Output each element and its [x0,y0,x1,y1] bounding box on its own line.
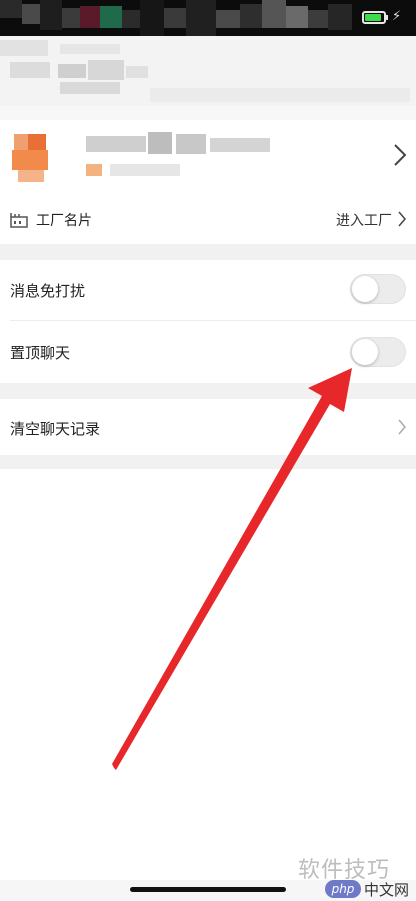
status-bar: ⚡ [0,0,416,36]
section-gap [0,244,416,260]
battery-tip [386,15,388,20]
pin-chat-label: 置顶聊天 [10,344,71,362]
enter-factory-chevron-icon [398,211,406,227]
clear-chat-history-row[interactable]: 清空聊天记录 [0,399,416,455]
factory-card-label: 工厂名片 [36,213,92,229]
section-gap [0,455,416,469]
charging-icon: ⚡ [392,9,402,24]
battery-icon [362,11,386,24]
factory-card-icon [10,212,28,232]
mute-notifications-toggle[interactable] [350,274,406,304]
profile-row[interactable] [0,120,416,196]
blurred-header [0,36,416,120]
pin-chat-row: 置顶聊天 [0,321,416,383]
enter-factory-link[interactable]: 进入工厂 [336,210,392,230]
factory-card-row[interactable]: 工厂名片 进入工厂 [0,196,416,244]
profile-chevron-icon [394,144,406,166]
mute-notifications-row: 消息免打扰 [0,260,416,320]
toggle-knob [352,276,378,302]
pin-chat-toggle[interactable] [350,337,406,367]
clear-chat-chevron-icon [398,419,406,435]
battery-level [365,14,381,21]
chat-settings-screen: ⚡ 工厂名片 进入工厂 消息免打扰 置顶聊天 清空聊天记录 软件技巧 php 中… [0,0,416,901]
clear-chat-history-label: 清空聊天记录 [10,420,101,438]
section-gap [0,383,416,399]
toggle-knob [352,339,378,365]
php-logo: php [325,880,361,898]
php-site-text: 中文网 [364,881,410,899]
mute-notifications-label: 消息免打扰 [10,282,86,300]
home-indicator[interactable] [130,887,286,892]
